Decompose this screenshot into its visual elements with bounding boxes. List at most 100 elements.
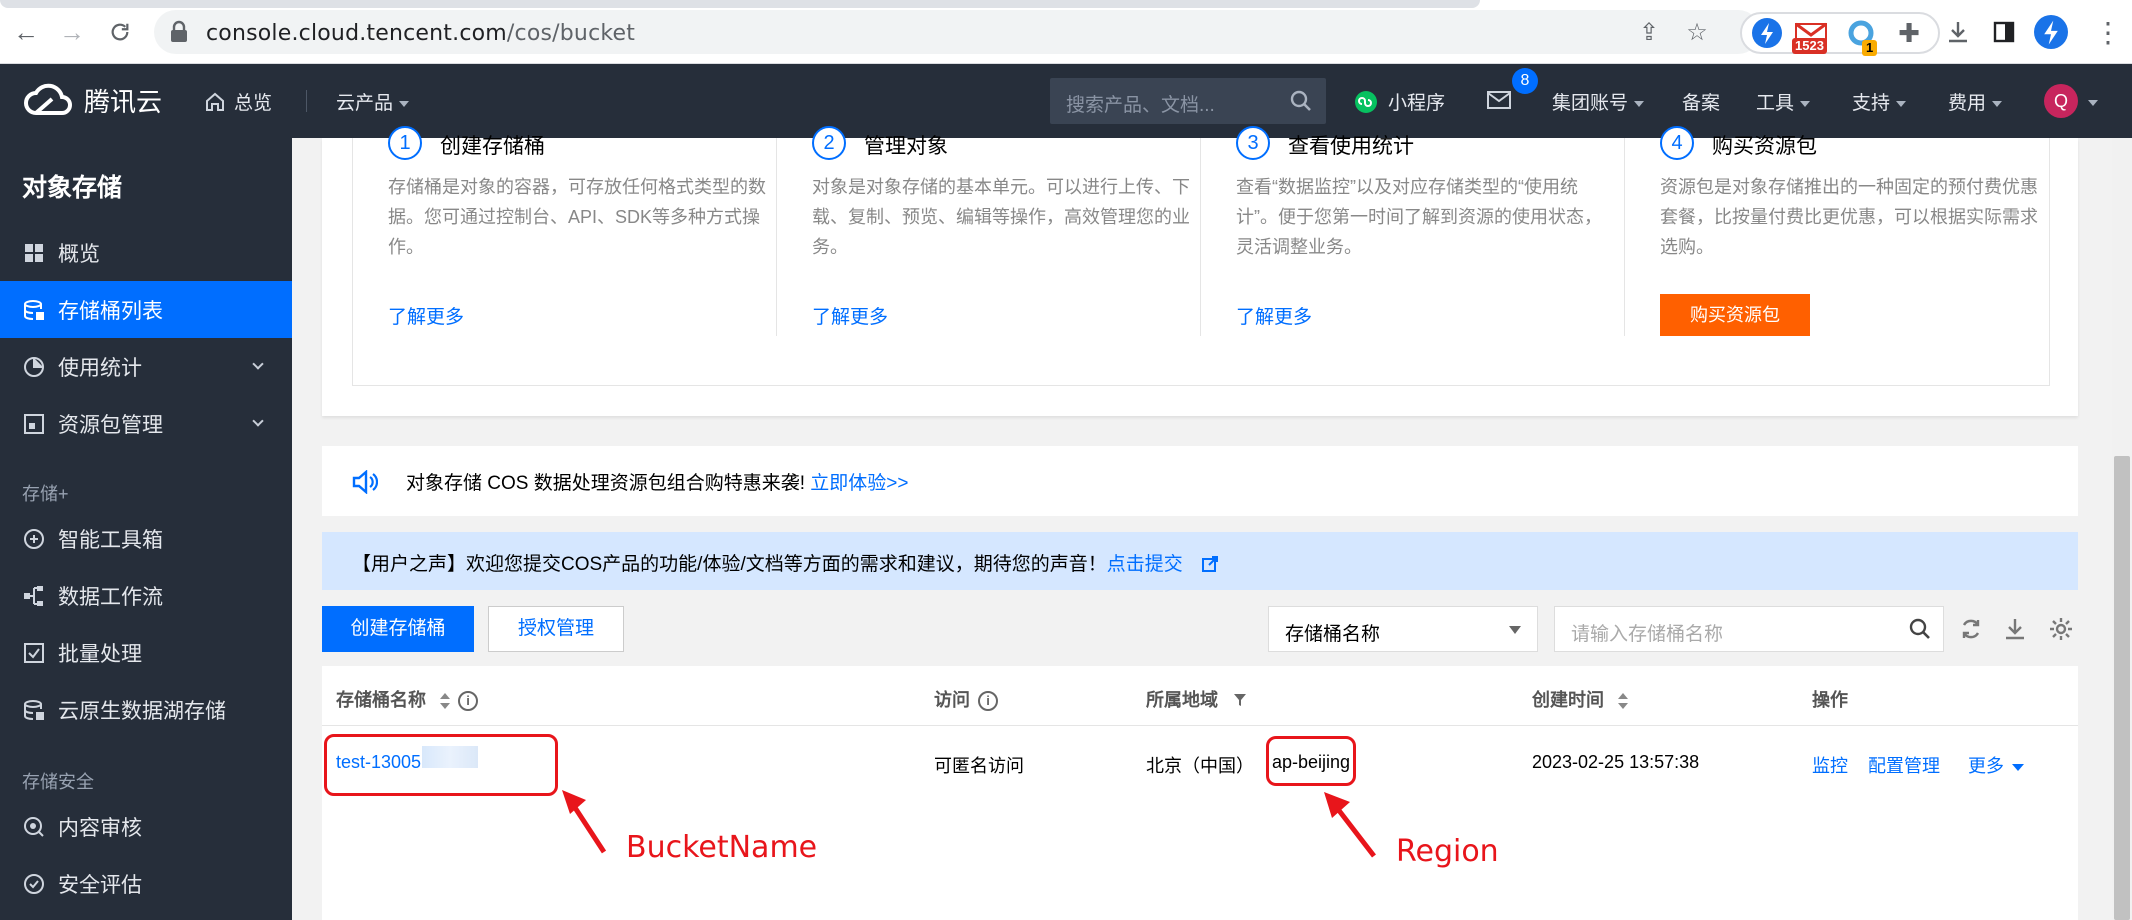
promo-announcement: 对象存储 COS 数据处理资源包组合购特惠来袭! 立即体验>> (322, 446, 2078, 516)
download-icon[interactable] (1942, 16, 1974, 48)
info-icon[interactable]: i (458, 691, 478, 712)
filter-icon[interactable] (1233, 693, 1247, 707)
sidebar-item-usage[interactable]: 使用统计 (0, 338, 292, 395)
sidebar-group-storage-plus: 存储+ (22, 484, 69, 504)
sidebar-item-bucket-list[interactable]: 存储桶列表 (0, 281, 292, 338)
nav-products[interactable]: 云产品 (336, 88, 410, 115)
share-icon[interactable]: ⇪ (1636, 20, 1662, 46)
checkbox-icon (22, 641, 46, 665)
nav-group-account[interactable]: 集团账号 (1552, 88, 1645, 115)
browser-toolbar: ← → console.cloud.tencent.com/cos/bucket… (0, 0, 2132, 64)
grid-icon (22, 241, 46, 265)
created-time: 2023-02-25 13:57:38 (1532, 752, 1700, 772)
refresh-icon[interactable] (1958, 616, 1984, 642)
nav-overview[interactable]: 总览 (204, 88, 272, 115)
step-number: 4 (1660, 126, 1694, 160)
nav-divider (306, 90, 307, 112)
workflow-icon (22, 584, 46, 608)
step-title: 管理对象 (864, 135, 948, 158)
address-bar[interactable]: console.cloud.tencent.com/cos/bucket ⇪ ☆ (154, 10, 1760, 54)
sidebar-item-label: 安全评估 (58, 873, 142, 897)
learn-more-link[interactable]: 了解更多 (1236, 302, 1312, 329)
shield-icon (22, 872, 46, 896)
bucket-name-label: BucketName (626, 830, 818, 865)
back-icon[interactable]: ← (10, 16, 42, 48)
create-bucket-button[interactable]: 创建存储桶 (322, 606, 474, 652)
scrollbar-thumb[interactable] (2114, 456, 2130, 920)
th-region[interactable]: 所属地域 (1146, 686, 1247, 712)
sidebar-item-security-assessment[interactable]: 安全评估 (0, 855, 292, 912)
nav-support[interactable]: 支持 (1852, 88, 1907, 115)
chevron-down-icon (1992, 100, 2003, 107)
step-title: 查看使用统计 (1288, 135, 1414, 158)
step-number: 3 (1236, 126, 1270, 160)
step-divider (1200, 138, 1201, 336)
sidepanel-icon[interactable] (1988, 16, 2020, 48)
sort-icon[interactable] (440, 693, 450, 710)
sidebar-item-smart-toolbox[interactable]: 智能工具箱 (0, 510, 292, 567)
sidebar-item-label: 存储桶列表 (58, 299, 163, 323)
package-icon (22, 412, 46, 436)
sidebar-item-overview[interactable]: 概览 (0, 224, 292, 281)
th-bucket-name[interactable]: 存储桶名称 i (336, 686, 478, 712)
avatar[interactable]: Q (2044, 84, 2078, 118)
sidebar-item-batch[interactable]: 批量处理 (0, 624, 292, 681)
config-manage-link[interactable]: 配置管理 (1868, 752, 1940, 778)
info-icon[interactable]: i (978, 691, 998, 712)
bucket-name-highlight (324, 734, 558, 796)
nav-record[interactable]: 备案 (1682, 88, 1720, 115)
chevron-down-icon (252, 358, 264, 370)
url-text[interactable]: console.cloud.tencent.com/cos/bucket (206, 21, 635, 46)
sidebar-item-label: 资源包管理 (58, 413, 163, 437)
sidebar-item-content-review[interactable]: 内容审核 (0, 798, 292, 855)
gear-icon[interactable] (2048, 616, 2074, 642)
forward-icon[interactable]: → (56, 16, 88, 48)
magnifier-icon (22, 815, 46, 839)
step-description: 对象是对象存储的基本单元。可以进行上传、下载、复制、预览、编辑等操作，高效管理您… (812, 177, 1190, 257)
nav-billing[interactable]: 费用 (1948, 88, 2003, 115)
dropdown-arrow-icon (1509, 626, 1521, 634)
more-actions-dropdown[interactable]: 更多 (1968, 752, 2024, 778)
star-icon[interactable]: ☆ (1684, 20, 1710, 46)
search-icon[interactable] (1909, 618, 1931, 640)
sidebar-title: 对象存储 (22, 174, 123, 202)
user-voice-text: 【用户之声】欢迎您提交COS产品的功能/体验/文档等方面的需求和建议，期待您的声… (352, 549, 1219, 576)
region-label: Region (1396, 834, 1499, 869)
step-description: 查看“数据监控”以及对应存储类型的“使用统计”。便于您第一时间了解到资源的使用状… (1236, 177, 1602, 257)
external-link-icon[interactable] (1202, 556, 1219, 572)
learn-more-link[interactable]: 了解更多 (812, 302, 888, 329)
bucket-search-input[interactable]: 请输入存储桶名称 (1554, 606, 1944, 652)
submit-feedback-link[interactable]: 点击提交 (1107, 554, 1183, 575)
monitor-link[interactable]: 监控 (1812, 752, 1848, 778)
download-icon[interactable] (2002, 616, 2028, 642)
sidebar-item-label: 批量处理 (58, 642, 142, 666)
auth-manage-button[interactable]: 授权管理 (488, 606, 624, 652)
sidebar-item-resource-pack[interactable]: 资源包管理 (0, 395, 292, 452)
try-now-link[interactable]: 立即体验>> (810, 473, 908, 494)
sort-icon[interactable] (1618, 693, 1628, 710)
mail-badge: 1523 (1792, 38, 1827, 54)
bolt-profile-icon[interactable] (2034, 15, 2068, 49)
nav-tools[interactable]: 工具 (1756, 88, 1811, 115)
buy-resource-pack-button[interactable]: 购买资源包 (1660, 294, 1810, 336)
sidebar-item-data-lake[interactable]: 云原生数据湖存储 (0, 681, 292, 738)
avatar-caret-icon[interactable] (2082, 92, 2098, 114)
puzzle-icon[interactable]: ✚ (1894, 18, 1924, 48)
learn-more-link[interactable]: 了解更多 (388, 302, 464, 329)
toolbox-icon (22, 527, 46, 551)
chevron-down-icon (399, 100, 410, 107)
th-created[interactable]: 创建时间 (1532, 686, 1628, 712)
caret-down-icon (2012, 763, 2024, 771)
chevron-down-icon (1800, 100, 1811, 107)
brand-logo[interactable]: 腾讯云 (22, 82, 162, 119)
bolt-extension-icon[interactable] (1752, 18, 1782, 48)
sidebar-item-workflow[interactable]: 数据工作流 (0, 567, 292, 624)
menu-kebab-icon[interactable]: ⋮ (2092, 16, 2124, 48)
filter-field-select[interactable]: 存储桶名称 (1268, 606, 1538, 652)
cloud-logo-icon (24, 83, 72, 115)
reload-icon[interactable] (104, 16, 136, 48)
nav-mini-program[interactable]: 小程序 (1354, 88, 1445, 115)
mail-icon[interactable] (1486, 90, 1512, 116)
step-divider (1624, 138, 1625, 336)
topnav-search-input[interactable]: 搜索产品、文档... (1050, 78, 1326, 124)
